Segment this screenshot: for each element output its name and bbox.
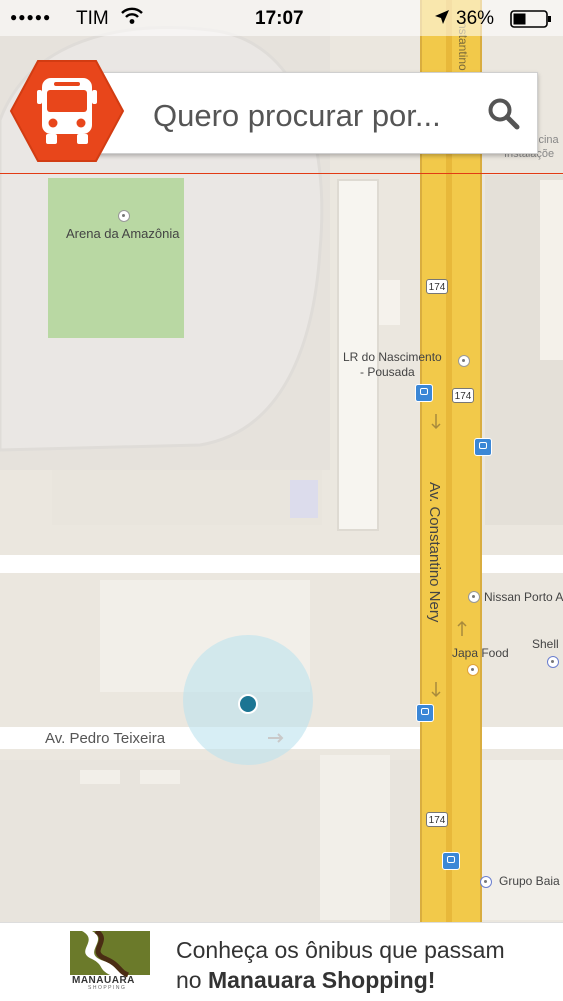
- wifi-icon: [120, 6, 144, 32]
- banner-line-2-prefix: no: [176, 967, 208, 993]
- bus-stop-icon[interactable]: [415, 384, 433, 402]
- ad-banner[interactable]: MANAUARA SHOPPING Conheça os ônibus que …: [0, 922, 563, 1001]
- map-label-pousada-line1: LR do Nascimento: [343, 350, 442, 364]
- battery-icon: [510, 10, 552, 34]
- clock: 17:07: [255, 8, 304, 29]
- bus-stop-icon[interactable]: [474, 438, 492, 456]
- map-label-avenue-vertical: Av. Constantino Nery: [426, 482, 443, 623]
- signal-icon: ●●●●●: [10, 10, 52, 24]
- map-label-grupo: Grupo Baia: [499, 874, 560, 888]
- search-placeholder: Quero procurar por...: [153, 98, 441, 133]
- map-label-stadium: Arena da Amazônia: [66, 226, 180, 241]
- route-shield-174: 174: [426, 812, 448, 827]
- header-divider: [0, 173, 563, 174]
- manauara-logo-subtext: SHOPPING: [88, 985, 127, 991]
- map-label-pousada-line2: - Pousada: [360, 365, 415, 379]
- bus-stop-icon[interactable]: [416, 704, 434, 722]
- restaurant-icon[interactable]: [467, 664, 479, 676]
- map-label-nissan: Nissan Porto A: [484, 590, 563, 604]
- manauara-logo: MANAUARA SHOPPING: [70, 928, 150, 991]
- hotel-icon[interactable]: [458, 355, 470, 367]
- gas-station-icon[interactable]: [547, 656, 559, 668]
- search-input[interactable]: Quero procurar por...: [72, 72, 538, 154]
- map-label-shell: Shell: [532, 637, 559, 651]
- route-shield-174: 174: [452, 388, 474, 403]
- banner-line-2: no Manauara Shopping!: [176, 965, 505, 995]
- banner-line-1: Conheça os ônibus que passam: [176, 937, 505, 963]
- poi-stadium-icon[interactable]: [118, 210, 130, 222]
- banner-line-2-highlight: Manauara Shopping!: [207, 967, 436, 993]
- shop-icon[interactable]: [480, 876, 492, 888]
- bus-logo-icon[interactable]: [8, 56, 126, 166]
- location-arrow-icon: [434, 9, 450, 31]
- bus-stop-icon[interactable]: [442, 852, 460, 870]
- search-bar: Quero procurar por...: [8, 60, 540, 168]
- banner-message: Conheça os ônibus que passam no Manauara…: [176, 935, 505, 995]
- map-label-japa: Japa Food: [452, 646, 509, 660]
- route-shield-174: 174: [426, 279, 448, 294]
- search-icon[interactable]: [487, 97, 521, 131]
- map-label-avenue-horizontal: Av. Pedro Teixeira: [45, 730, 166, 747]
- battery-percentage: 36%: [456, 8, 495, 29]
- carrier-label: TIM: [76, 8, 109, 29]
- poi-nissan-icon[interactable]: [468, 591, 480, 603]
- status-bar: ●●●●● TIM 17:07 36%: [0, 0, 563, 36]
